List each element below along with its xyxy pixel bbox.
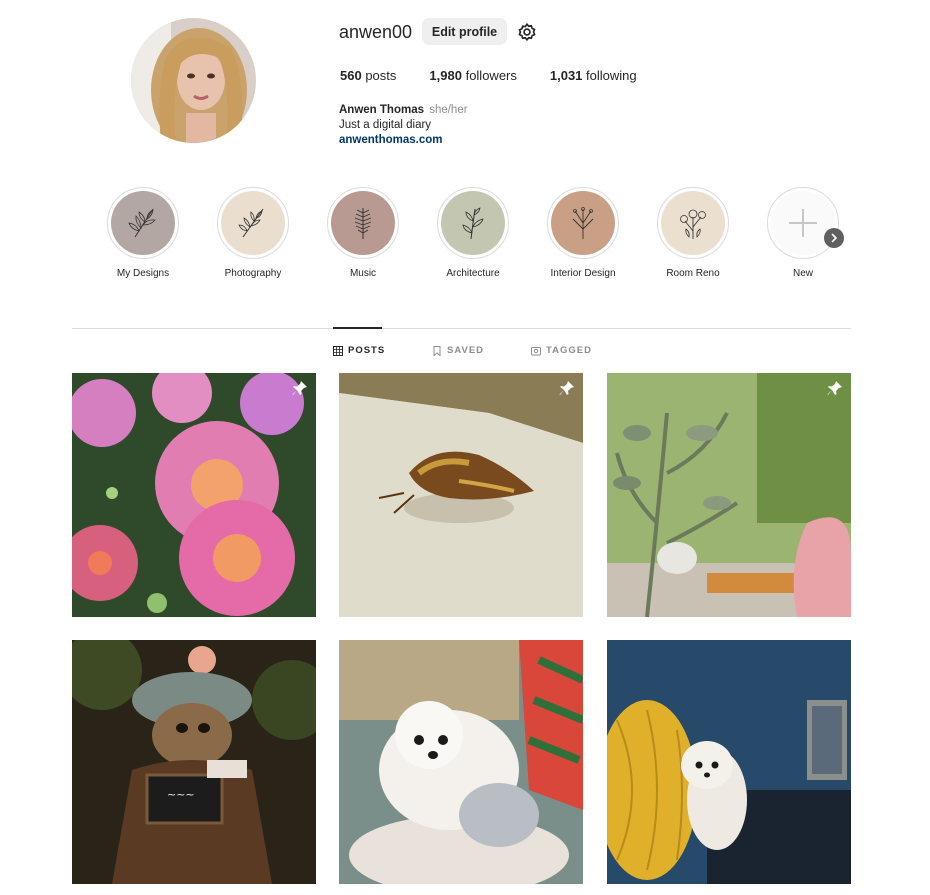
active-tab-indicator [333,327,382,329]
post-image [339,640,583,884]
post-tile[interactable] [339,640,583,884]
pin-icon [559,381,574,395]
following-label: following [586,68,637,83]
highlight-architecture[interactable]: Architecture [428,187,518,279]
post-image [339,373,583,617]
followers-count: 1,980 [429,68,462,83]
gear-icon[interactable] [517,22,537,42]
fern-icon [331,191,395,255]
tab-label: TAGGED [546,345,592,356]
highlight-label: Photography [224,268,282,279]
post-tile[interactable] [607,373,851,617]
followers-label: followers [465,68,517,83]
chevron-right-icon[interactable] [824,228,844,248]
pin-icon [292,381,307,395]
post-tile[interactable] [339,373,583,617]
following-count: 1,031 [549,68,583,83]
website-link[interactable]: anwenthomas.com [339,133,468,148]
highlight-my-designs[interactable]: My Designs [98,187,188,279]
highlight-interior-design[interactable]: Interior Design [538,187,628,279]
highlight-music[interactable]: Music [318,187,408,279]
tab-saved[interactable]: SAVED [432,345,484,356]
highlight-label: Room Reno [666,268,720,279]
branch-icon [111,191,175,255]
followers-stat[interactable]: 1,980 followers [429,68,516,83]
post-tile[interactable]: ~~~ [72,640,316,884]
avatar-image [131,18,256,143]
highlight-label: Architecture [446,268,500,279]
edit-profile-button[interactable]: Edit profile [422,18,507,45]
tab-tagged[interactable]: TAGGED [531,345,592,356]
bookmark-icon [433,345,441,356]
bio-text: Just a digital diary [339,119,432,131]
post-tile[interactable] [607,640,851,884]
tab-posts[interactable]: POSTS [333,345,385,356]
posts-count: 560 [340,68,362,83]
post-image [607,373,851,617]
tab-label: POSTS [348,345,386,356]
branch-icon [551,191,615,255]
plus-icon [771,191,835,255]
leaves-icon [221,191,285,255]
full-name: Anwen Thomas [339,104,424,116]
posts-label: posts [365,68,397,83]
highlight-label: Interior Design [550,268,616,279]
sign-text: ~~~ [167,788,195,801]
pronouns: she/her [429,104,468,116]
post-image [72,373,316,617]
posts-stat: 560 posts [340,68,396,83]
tag-icon [531,346,541,355]
highlight-label: Music [349,268,377,279]
pin-icon [827,381,842,395]
tab-label: SAVED [447,345,485,356]
highlight-photography[interactable]: Photography [208,187,298,279]
sprig-icon [441,191,505,255]
profile-bio: Anwen Thomas she/her Just a digital diar… [339,103,468,148]
highlight-room-reno[interactable]: Room Reno [648,187,738,279]
flower-icon [661,191,725,255]
post-image: ~~~ [72,640,316,884]
highlight-label: My Designs [116,268,170,279]
following-stat[interactable]: 1,031 following [550,68,637,83]
username: anwen00 [339,22,413,42]
post-tile[interactable] [72,373,316,617]
profile-avatar[interactable] [131,18,256,143]
tabs-divider [72,328,851,329]
post-image [607,640,851,884]
highlight-label: New [792,268,813,279]
grid-icon [333,345,343,356]
profile-stats: 560 posts 1,980 followers 1,031 followin… [340,68,670,83]
